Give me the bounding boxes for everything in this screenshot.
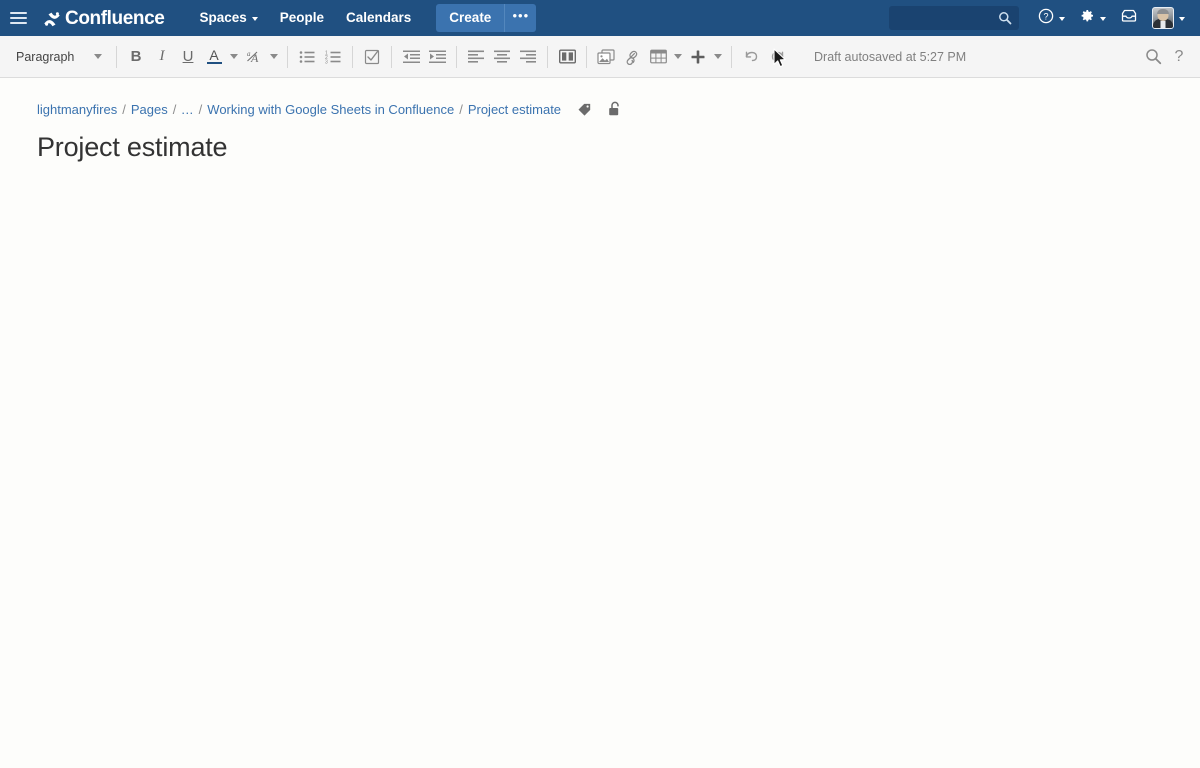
editor-page-area: lightmanyfires / Pages / ... / Working w…: [0, 78, 1200, 768]
align-center-button[interactable]: [489, 44, 515, 70]
indent-button[interactable]: [424, 44, 450, 70]
profile-menu-button[interactable]: [1145, 0, 1192, 36]
nav-link-spaces[interactable]: Spaces: [188, 0, 268, 36]
confluence-logo[interactable]: Confluence: [42, 7, 165, 29]
nav-link-people[interactable]: People: [269, 0, 335, 36]
italic-button[interactable]: I: [149, 44, 175, 70]
breadcrumb-item-ellipsis[interactable]: ...: [181, 102, 193, 117]
editor-help-label: ?: [1174, 47, 1184, 65]
paragraph-style-value: Paragraph: [16, 49, 75, 64]
breadcrumb-separator: /: [122, 101, 126, 117]
toolbar-divider: [116, 45, 117, 68]
inbox-icon: [1120, 8, 1138, 29]
chevron-down-icon: [1179, 17, 1185, 21]
breadcrumb: lightmanyfires / Pages / ... / Working w…: [0, 78, 1200, 118]
page-title[interactable]: Project estimate: [37, 132, 1200, 163]
breadcrumb-item-pages[interactable]: Pages: [131, 102, 168, 117]
confluence-logo-icon: [42, 9, 62, 29]
underline-glyph: U: [182, 48, 194, 65]
insert-more-dropdown[interactable]: [711, 44, 725, 70]
chevron-down-icon: [94, 54, 102, 59]
text-color-dropdown[interactable]: [227, 44, 241, 70]
create-button-group: Create •••: [436, 4, 537, 32]
global-search-box[interactable]: [889, 6, 1019, 30]
toolbar-divider: [547, 45, 548, 68]
top-navigation-bar: Confluence Spaces People Calendars Creat…: [0, 0, 1200, 36]
text-color-swatch: [206, 61, 222, 65]
toolbar-divider: [287, 45, 288, 68]
chevron-down-icon: [674, 54, 682, 59]
toolbar-divider: [731, 45, 732, 68]
nav-right-section: ?: [889, 0, 1200, 36]
editor-content-area[interactable]: [37, 171, 1200, 691]
toolbar-divider: [586, 45, 587, 68]
breadcrumb-separator: /: [459, 101, 463, 117]
insert-table-button[interactable]: [645, 44, 671, 70]
unlocked-padlock-icon[interactable]: [608, 101, 622, 117]
gear-icon: [1079, 8, 1095, 29]
hamburger-bars: [9, 9, 27, 27]
svg-text:3: 3: [325, 59, 328, 64]
confluence-logo-text: Confluence: [65, 7, 165, 29]
outdent-button[interactable]: [398, 44, 424, 70]
bullet-list-button[interactable]: [294, 44, 320, 70]
italic-glyph: I: [159, 48, 165, 64]
breadcrumb-icons: [577, 101, 622, 117]
nav-link-spaces-label: Spaces: [199, 10, 247, 25]
text-color-button[interactable]: A: [201, 44, 227, 70]
align-left-button[interactable]: [463, 44, 489, 70]
more-formatting-button[interactable]: a A: [241, 44, 267, 70]
autosave-status: Draft autosaved at 5:27 PM: [814, 49, 967, 64]
align-right-button[interactable]: [515, 44, 541, 70]
svg-text:?: ?: [1043, 11, 1048, 21]
undo-button[interactable]: [738, 44, 764, 70]
editor-help-button[interactable]: ?: [1166, 44, 1192, 70]
page-layout-button[interactable]: [554, 44, 580, 70]
avatar: [1152, 7, 1174, 29]
breadcrumb-separator: /: [198, 101, 203, 117]
chevron-down-icon: [270, 54, 278, 59]
find-replace-button[interactable]: [1140, 44, 1166, 70]
chevron-down-icon: [251, 17, 258, 21]
create-more-button[interactable]: •••: [504, 4, 537, 32]
bold-glyph: B: [130, 48, 142, 65]
chevron-down-icon: [230, 54, 238, 59]
settings-menu-button[interactable]: [1072, 0, 1113, 36]
toolbar-divider: [456, 45, 457, 68]
toolbar-right-section: ?: [1140, 44, 1192, 70]
chevron-down-icon: [1059, 17, 1065, 21]
breadcrumb-item-current-page[interactable]: Project estimate: [468, 102, 561, 117]
tag-icon[interactable]: [577, 102, 592, 117]
insert-more-button[interactable]: [685, 44, 711, 70]
insert-table-dropdown[interactable]: [671, 44, 685, 70]
editor-toolbar: Paragraph B I U A a A 1 2 3 Draft autosa…: [0, 36, 1200, 78]
toolbar-divider: [352, 45, 353, 68]
text-color-glyph: A: [209, 46, 219, 63]
breadcrumb-item-space[interactable]: lightmanyfires: [37, 102, 117, 117]
redo-button[interactable]: [764, 44, 790, 70]
bold-button[interactable]: B: [123, 44, 149, 70]
notifications-button[interactable]: [1113, 0, 1145, 36]
breadcrumb-separator: /: [172, 101, 177, 117]
search-input[interactable]: [889, 6, 1019, 30]
chevron-down-icon: [1100, 17, 1106, 21]
task-list-button[interactable]: [359, 44, 385, 70]
help-menu-button[interactable]: ?: [1031, 0, 1072, 36]
nav-link-calendars[interactable]: Calendars: [335, 0, 422, 36]
primary-nav-links: Spaces People Calendars: [188, 0, 422, 36]
chevron-down-icon: [714, 54, 722, 59]
paragraph-style-select[interactable]: Paragraph: [8, 44, 110, 70]
toolbar-divider: [391, 45, 392, 68]
breadcrumb-item-parent-page[interactable]: Working with Google Sheets in Confluence: [207, 102, 454, 117]
help-icon: ?: [1038, 8, 1054, 29]
create-button[interactable]: Create: [436, 4, 505, 32]
insert-image-button[interactable]: [593, 44, 619, 70]
more-formatting-dropdown[interactable]: [267, 44, 281, 70]
underline-button[interactable]: U: [175, 44, 201, 70]
numbered-list-button[interactable]: 1 2 3: [320, 44, 346, 70]
insert-link-button[interactable]: [619, 44, 645, 70]
hamburger-menu-icon[interactable]: [0, 0, 36, 36]
